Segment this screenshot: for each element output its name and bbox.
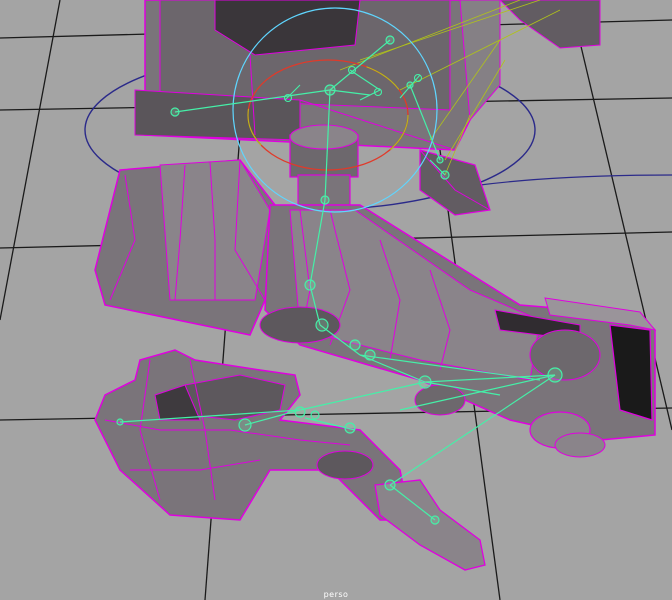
- root-control-tail: [479, 174, 672, 186]
- perspective-viewport[interactable]: perso: [0, 0, 672, 600]
- thigh-mesh[interactable]: [94, 159, 276, 336]
- scene-canvas[interactable]: [0, 0, 672, 600]
- camera-name-label: perso: [323, 590, 349, 599]
- torso-mesh[interactable]: [134, 0, 601, 151]
